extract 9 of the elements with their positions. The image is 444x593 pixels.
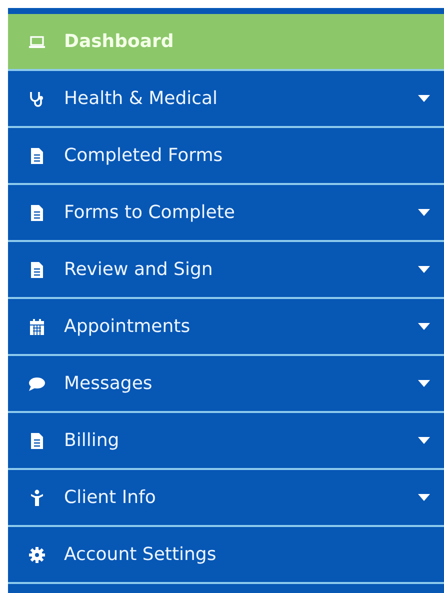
calendar-icon: [28, 318, 46, 336]
stethoscope-icon: [28, 90, 46, 108]
document-icon: [28, 146, 46, 164]
speech-bubble-icon: [28, 374, 46, 392]
settings-icon: [28, 546, 46, 564]
person-icon: [28, 488, 46, 506]
document-icon: [28, 260, 46, 278]
document-icon: [28, 432, 46, 450]
document-icon: [28, 204, 46, 222]
